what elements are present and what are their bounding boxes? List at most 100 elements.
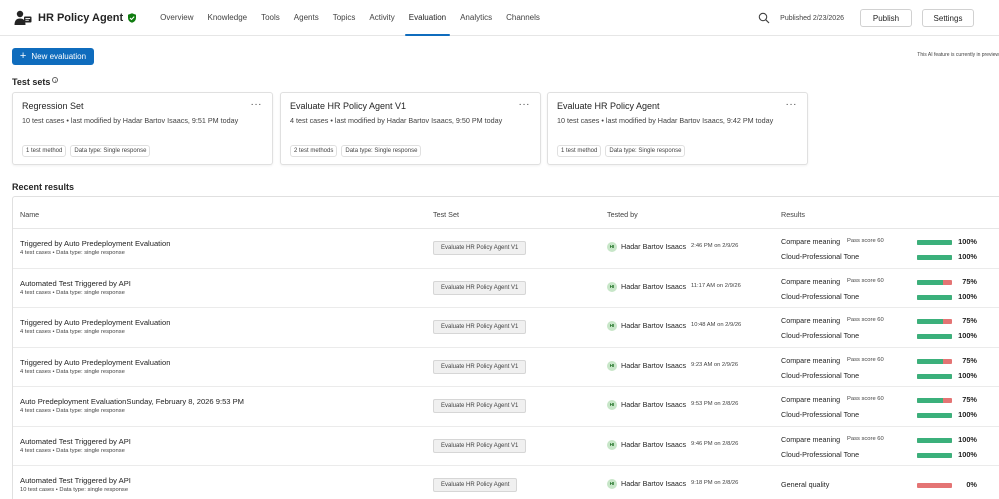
score-bar [917, 255, 952, 260]
result-metric: Cloud-Professional Tone 100% [781, 371, 999, 382]
score-bar [917, 279, 952, 285]
column-header-tested-by: Tested by [607, 210, 638, 219]
result-name[interactable]: Triggered by Auto Predeployment Evaluati… [20, 318, 170, 327]
tab-activity[interactable]: Activity [362, 0, 401, 36]
score-bar [917, 437, 952, 443]
pass-score: Pass score 60 [847, 396, 884, 402]
test-set-card[interactable]: Evaluate HR Policy Agent V1 ··· 4 test cas… [280, 92, 541, 165]
table-row[interactable]: Triggered by Auto Predeployment Evaluati… [13, 229, 999, 269]
table-row[interactable]: Auto Predeployment EvaluationSunday, Feb… [13, 387, 999, 427]
tab-tools[interactable]: Tools [254, 0, 287, 36]
result-metric: Cloud-Professional Tone 100% [781, 252, 999, 263]
test-set-card[interactable]: Regression Set ··· 10 test cases • last mo… [12, 92, 273, 165]
new-evaluation-label: New evaluation [31, 52, 87, 61]
test-set-summary: 10 test cases • last modified by Hadar B… [22, 116, 239, 125]
avatar: HI [607, 242, 617, 252]
tab-knowledge[interactable]: Knowledge [201, 0, 255, 36]
result-name[interactable]: Automated Test Triggered by API [20, 279, 131, 288]
tab-evaluation[interactable]: Evaluation [402, 0, 453, 36]
result-name[interactable]: Auto Predeployment EvaluationSunday, Feb… [20, 397, 244, 406]
pass-score: Pass score 60 [847, 277, 884, 284]
result-name[interactable]: Automated Test Triggered by API [20, 437, 131, 446]
tab-channels[interactable]: Channels [499, 0, 547, 36]
metric-name: General quality [781, 480, 830, 489]
test-set-title: Evaluate HR Policy Agent V1 [290, 101, 407, 111]
table-row[interactable]: Automated Test Triggered by API 4 test ca… [13, 427, 999, 466]
test-set-tags: 1 test method Data type: Single response [557, 145, 689, 157]
metric-name: Compare meaning [781, 355, 841, 365]
score-percent: 100% [958, 410, 977, 419]
metric-name: Compare meaning [781, 434, 841, 444]
data-type-tag: Data type: Single response [341, 145, 422, 157]
test-sets-title: Test sets [12, 77, 51, 87]
test-set-badge[interactable]: Evaluate HR Policy Agent V1 [433, 399, 527, 413]
test-set-badge[interactable]: Evaluate HR Policy Agent V1 [433, 438, 527, 453]
score-bar [917, 319, 952, 324]
tester-name: Hadar Bartov Isaacs [621, 400, 687, 409]
score-percent: 75% [962, 395, 977, 404]
table-row[interactable]: Automated Test Triggered by API 10 test c… [13, 466, 999, 499]
shield-check-icon [128, 12, 137, 23]
new-evaluation-button[interactable]: + New evaluation [12, 48, 94, 65]
test-set-card[interactable]: Evaluate HR Policy Agent ··· 10 test cases… [547, 92, 808, 165]
search-icon[interactable] [758, 12, 770, 24]
tab-agents[interactable]: Agents [287, 0, 326, 36]
score-bar [917, 334, 952, 339]
test-set-title: Regression Set [22, 101, 84, 111]
test-set-badge[interactable]: Evaluate HR Policy Agent V1 [433, 280, 527, 295]
info-icon[interactable]: i [52, 77, 59, 83]
test-set-badge[interactable]: Evaluate HR Policy Agent [433, 478, 518, 492]
score-percent: 100% [958, 331, 977, 340]
pass-score: Pass score 60 [847, 317, 884, 323]
test-set-summary: 10 test cases • last modified by Hadar B… [557, 116, 774, 125]
result-name[interactable]: Triggered by Auto Predeployment Evaluati… [20, 358, 170, 367]
publish-button[interactable]: Publish [860, 9, 912, 27]
top-bar: HR Policy Agent Overview Knowledge Tools Ag… [0, 0, 999, 36]
recent-results-title: Recent results [12, 182, 75, 192]
score-percent: 75% [962, 355, 977, 365]
test-methods-tag: 2 test methods [290, 145, 338, 157]
table-row[interactable]: Triggered by Auto Predeployment Evaluati… [13, 308, 999, 348]
score-bar-fill [917, 358, 944, 364]
published-status: Published 2/23/2026 [780, 14, 844, 22]
result-metric: Cloud-Professional Tone 100% [781, 331, 999, 342]
more-options-icon[interactable]: ··· [786, 99, 798, 110]
result-name[interactable]: Automated Test Triggered by API [20, 476, 131, 485]
table-row[interactable]: Automated Test Triggered by API 4 test ca… [13, 269, 999, 308]
avatar: HI [607, 281, 617, 292]
result-metric: Compare meaning Pass score 60 100% [781, 237, 999, 248]
score-percent: 100% [958, 237, 977, 246]
tab-topics[interactable]: Topics [326, 0, 363, 36]
table-row[interactable]: Triggered by Auto Predeployment Evaluati… [13, 348, 999, 387]
brand: HR Policy Agent [14, 10, 137, 26]
test-set-title: Evaluate HR Policy Agent [557, 101, 660, 111]
result-details: 10 test cases • Data type: single respon… [20, 487, 129, 493]
settings-button[interactable]: Settings [922, 9, 974, 27]
more-options-icon[interactable]: ··· [519, 99, 531, 110]
more-options-icon[interactable]: ··· [251, 99, 263, 110]
test-methods-tag: 1 test method [22, 145, 67, 157]
score-bar-fill [917, 452, 952, 458]
plus-icon: + [19, 50, 27, 62]
result-details: 4 test cases • Data type: single respons… [20, 289, 125, 296]
score-bar [917, 294, 952, 300]
test-set-badge[interactable]: Evaluate HR Policy Agent V1 [433, 241, 527, 255]
data-type-tag: Data type: Single response [70, 145, 151, 157]
test-set-tags: 2 test methods Data type: Single response [290, 145, 425, 157]
tab-analytics[interactable]: Analytics [453, 0, 499, 36]
test-set-summary: 4 test cases • last modified by Hadar Ba… [290, 116, 503, 125]
tab-overview[interactable]: Overview [153, 0, 200, 36]
tester-name: Hadar Bartov Isaacs [621, 479, 687, 488]
header-actions: Published 2/23/2026 Publish Settings [758, 0, 974, 36]
test-set-badge[interactable]: Evaluate HR Policy Agent V1 [433, 320, 527, 334]
score-bar [917, 452, 952, 458]
score-bar [917, 413, 952, 418]
test-set-badge[interactable]: Evaluate HR Policy Agent V1 [433, 359, 527, 374]
score-bar-fill [917, 373, 952, 379]
data-type-tag: Data type: Single response [605, 145, 686, 157]
result-name[interactable]: Triggered by Auto Predeployment Evaluati… [20, 239, 170, 248]
score-percent: 0% [966, 480, 977, 489]
score-bar [917, 398, 952, 403]
score-bar [917, 358, 952, 364]
test-methods-tag: 1 test method [557, 145, 602, 157]
